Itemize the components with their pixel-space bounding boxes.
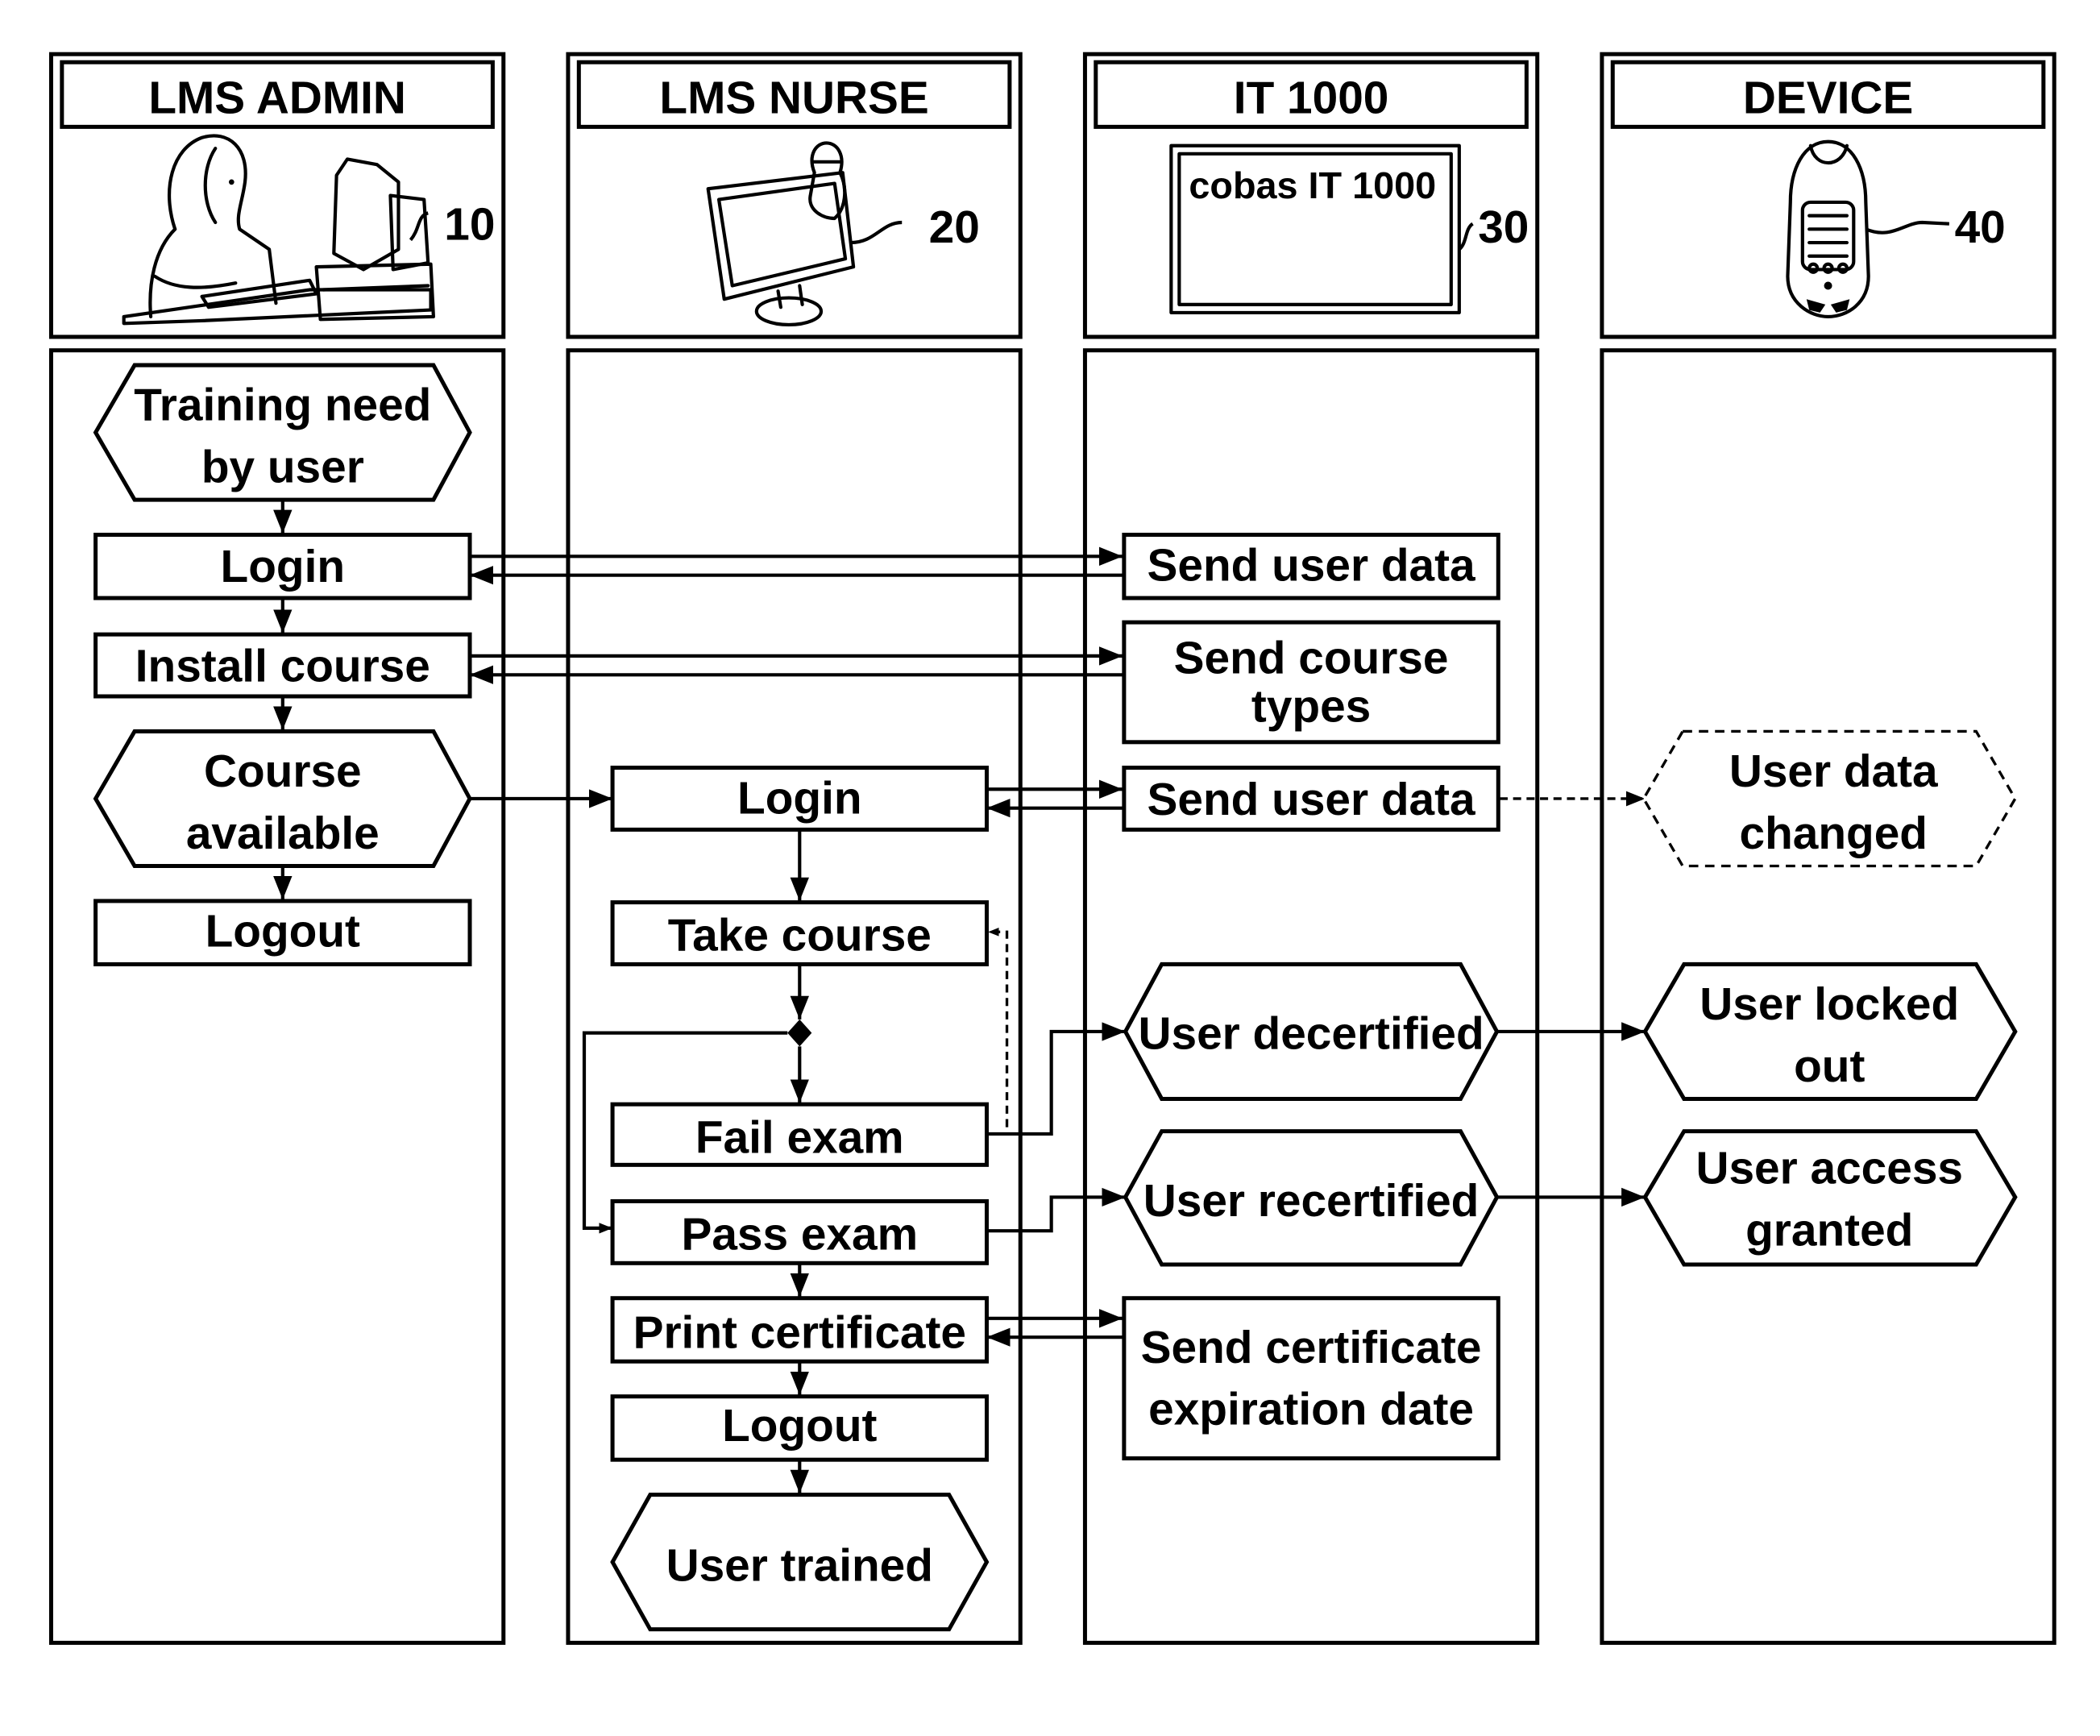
node-install-course: Install course xyxy=(93,632,472,699)
node-label: Fail exam xyxy=(695,1112,904,1163)
node-label: Login xyxy=(221,542,346,592)
node-label: User locked xyxy=(1700,979,1959,1030)
node-send-user-data-2: Send user data xyxy=(1122,766,1500,832)
node-send-cert-expiration: Send certificate expiration date xyxy=(1122,1296,1500,1461)
lane-header-lms-nurse: LMS NURSE 20 xyxy=(566,52,1023,339)
node-label: Send user data xyxy=(1148,775,1475,825)
node-user-decertified: User decertified xyxy=(1123,961,1500,1101)
node-nurse-login: Login xyxy=(610,766,989,832)
node-label: available xyxy=(186,808,380,859)
node-label: Logout xyxy=(205,907,360,957)
swimlane-diagram: LMS ADMIN 10 LMS NURSE 20 IT 1000 cobas … xyxy=(48,52,2056,1645)
lane-title: IT 1000 xyxy=(1234,73,1389,124)
node-label: Send certificate xyxy=(1141,1323,1482,1373)
node-label: Course xyxy=(204,746,362,797)
node-label: Send course xyxy=(1174,633,1449,684)
node-label: Logout xyxy=(722,1401,877,1452)
node-label: User decertified xyxy=(1138,1009,1484,1060)
node-label: Install course xyxy=(135,642,430,692)
node-fail-exam: Fail exam xyxy=(610,1102,989,1167)
node-training-need: Training need by user xyxy=(93,363,472,502)
it-screen-label: cobas IT 1000 xyxy=(1189,164,1436,206)
node-label: out xyxy=(1794,1041,1865,1092)
lane-header-device: DEVICE 40 xyxy=(1600,52,2056,339)
node-label: Take course xyxy=(668,911,932,961)
node-admin-login: Login xyxy=(93,533,472,600)
node-label: User recertified xyxy=(1143,1176,1480,1227)
ref-number: 40 xyxy=(1955,202,2006,253)
ref-number: 30 xyxy=(1478,202,1529,253)
node-label: types xyxy=(1251,682,1371,733)
node-label: User access xyxy=(1695,1144,1963,1194)
node-label: Training need xyxy=(134,380,431,431)
node-label: User trained xyxy=(666,1541,933,1592)
node-user-access-granted: User access granted xyxy=(1642,1129,2018,1267)
node-label: Login xyxy=(737,773,862,824)
node-print-certificate: Print certificate xyxy=(610,1296,989,1364)
node-send-course-types: Send course types xyxy=(1122,620,1500,745)
node-user-data-changed: User data changed xyxy=(1641,729,2017,868)
node-label: changed xyxy=(1739,808,1927,859)
node-label: Pass exam xyxy=(681,1210,918,1260)
node-label: expiration date xyxy=(1148,1385,1474,1435)
ref-number: 10 xyxy=(444,200,495,251)
node-user-locked-out: User locked out xyxy=(1642,961,2018,1101)
node-pass-exam: Pass exam xyxy=(610,1198,989,1265)
node-label: granted xyxy=(1745,1206,1913,1256)
lane-title: DEVICE xyxy=(1743,73,1913,124)
node-label: Send user data xyxy=(1148,540,1475,591)
node-take-course: Take course xyxy=(610,900,989,966)
lane-header-lms-admin: LMS ADMIN 10 xyxy=(48,52,506,339)
lane-header-it-1000: IT 1000 cobas IT 1000 30 xyxy=(1082,52,1540,339)
node-course-available: Course available xyxy=(93,729,472,868)
node-label: User data xyxy=(1729,746,1938,797)
lane-title: LMS ADMIN xyxy=(148,73,406,124)
node-send-user-data-1: Send user data xyxy=(1122,533,1500,600)
node-label: Print certificate xyxy=(633,1308,966,1359)
node-admin-logout: Logout xyxy=(93,899,472,966)
node-user-trained: User trained xyxy=(610,1493,990,1632)
node-nurse-logout: Logout xyxy=(610,1394,989,1462)
lane-title: LMS NURSE xyxy=(659,73,928,124)
ref-number: 20 xyxy=(929,202,980,253)
node-label: by user xyxy=(201,442,364,492)
node-user-recertified: User recertified xyxy=(1123,1129,1500,1267)
